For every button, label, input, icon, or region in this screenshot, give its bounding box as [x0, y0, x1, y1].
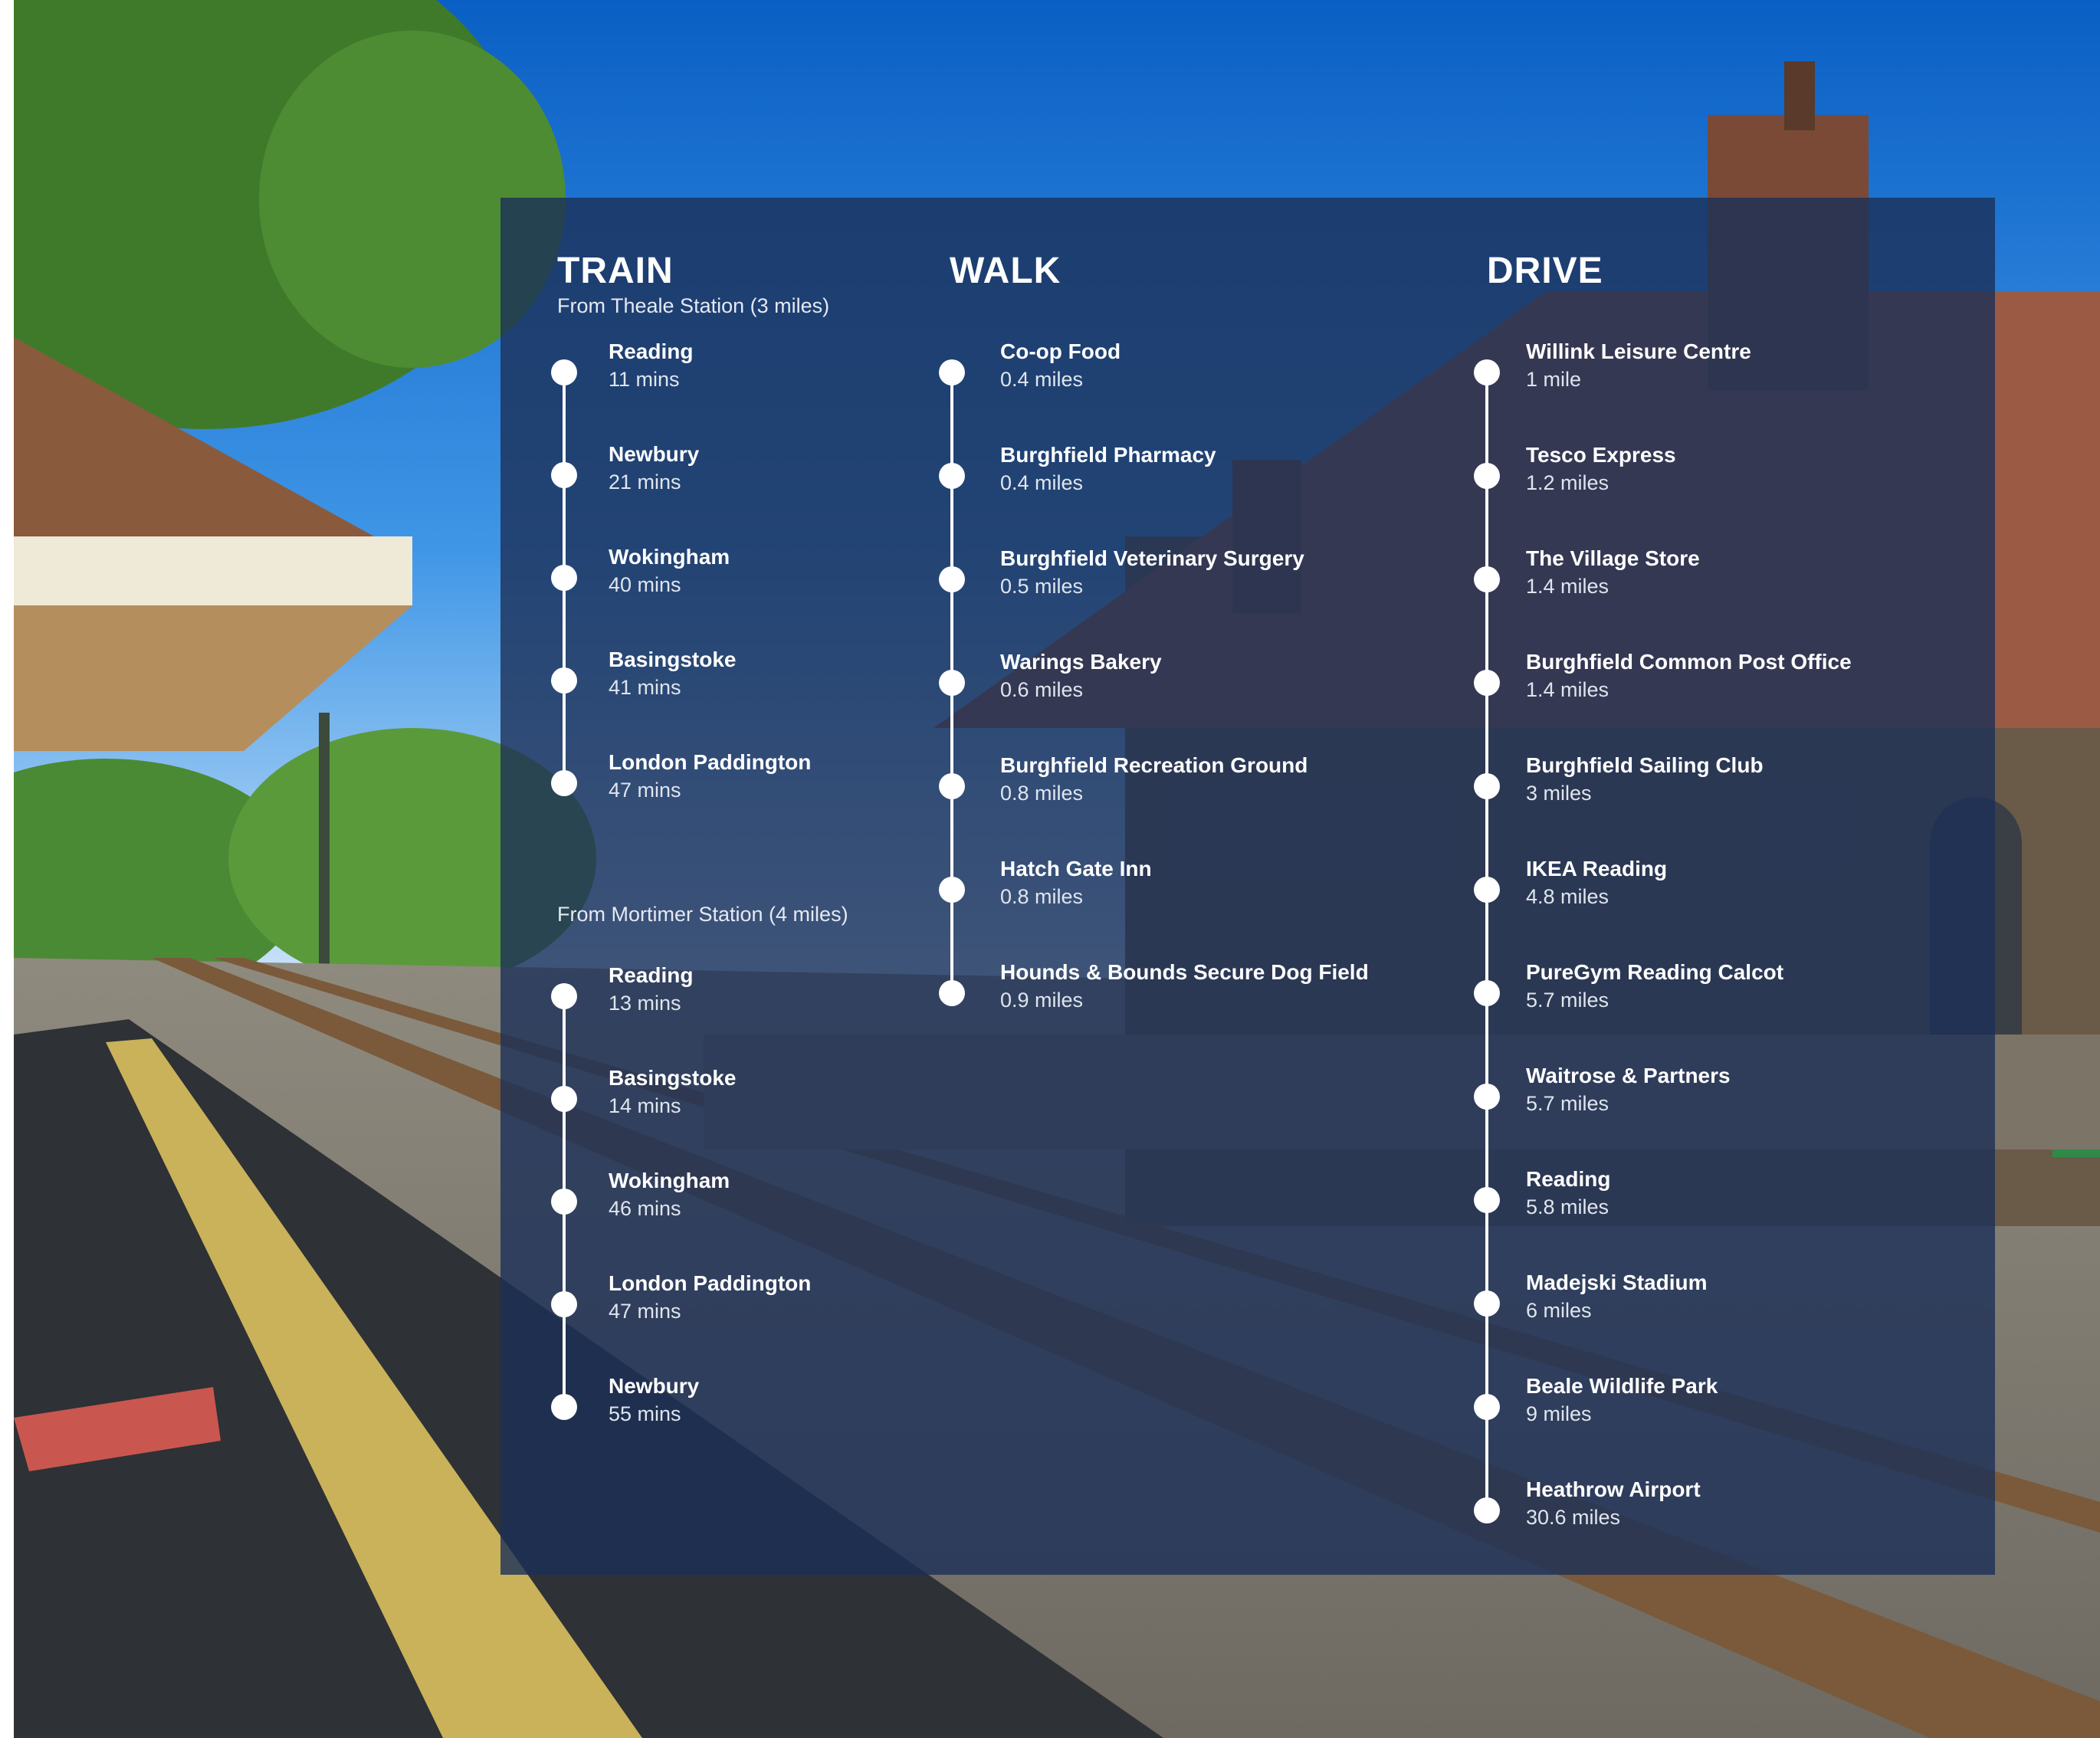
destination-name: Basingstoke	[609, 648, 737, 671]
timeline-dot	[1474, 566, 1500, 592]
timeline-dot	[551, 1189, 577, 1215]
destination-distance: 13 mins	[609, 992, 681, 1015]
timeline-dot	[1474, 1497, 1500, 1523]
destination-distance: 21 mins	[609, 471, 681, 494]
destination-distance: 0.9 miles	[1000, 989, 1084, 1012]
destination-name: Wokingham	[609, 545, 730, 569]
destination-name: Beale Wildlife Park	[1526, 1374, 1718, 1398]
destination-distance: 0.6 miles	[1000, 678, 1084, 701]
destination-name: Burghfield Pharmacy	[1000, 443, 1216, 467]
destination-distance: 41 mins	[609, 676, 681, 699]
timeline-dot	[939, 463, 965, 489]
destination-distance: 1.4 miles	[1526, 575, 1609, 598]
destination-distance: 30.6 miles	[1526, 1506, 1621, 1529]
timeline-dot	[1474, 877, 1500, 903]
timeline-dot	[939, 566, 965, 592]
destination-distance: 46 mins	[609, 1197, 681, 1220]
destination-name: London Paddington	[609, 1271, 812, 1295]
destination-distance: 0.8 miles	[1000, 782, 1084, 805]
destination-name: The Village Store	[1526, 546, 1700, 570]
destination-name: Newbury	[609, 442, 700, 466]
destination-distance: 1 mile	[1526, 368, 1582, 391]
destination-name: Willink Leisure Centre	[1526, 339, 1751, 363]
destination-name: Burghfield Veterinary Surgery	[1000, 546, 1304, 570]
destination-name: Reading	[1526, 1167, 1611, 1191]
destination-distance: 11 mins	[609, 368, 680, 391]
train-heading: TRAIN	[557, 251, 674, 291]
timeline-dot	[551, 462, 577, 488]
destination-name: Burghfield Recreation Ground	[1000, 753, 1308, 777]
timeline-dot	[939, 359, 965, 385]
timeline-dot	[551, 359, 577, 385]
destination-distance: 5.7 miles	[1526, 1092, 1609, 1115]
timeline-dot	[1474, 463, 1500, 489]
destination-distance: 0.8 miles	[1000, 885, 1084, 908]
destination-name: Burghfield Common Post Office	[1526, 650, 1852, 674]
timeline-dot	[1474, 980, 1500, 1006]
walk-heading: WALK	[950, 251, 1061, 291]
mortimer-station-label: From Mortimer Station (4 miles)	[557, 903, 848, 926]
timeline-dot	[551, 1394, 577, 1420]
destination-name: Reading	[609, 339, 694, 363]
drive-heading: DRIVE	[1487, 251, 1603, 291]
timeline-dot	[551, 565, 577, 591]
destination-name: PureGym Reading Calcot	[1526, 960, 1784, 984]
destination-name: Reading	[609, 963, 694, 987]
timeline-dot	[1474, 1394, 1500, 1420]
destination-name: Basingstoke	[609, 1066, 737, 1090]
destination-distance: 6 miles	[1526, 1299, 1592, 1322]
destination-name: IKEA Reading	[1526, 857, 1668, 880]
destination-distance: 5.8 miles	[1526, 1195, 1609, 1218]
timeline-dot	[551, 983, 577, 1009]
destination-name: Hounds & Bounds Secure Dog Field	[1000, 960, 1369, 984]
destination-name: Burghfield Sailing Club	[1526, 753, 1764, 777]
timeline-dot	[551, 770, 577, 796]
destination-distance: 5.7 miles	[1526, 989, 1609, 1012]
destination-name: Heathrow Airport	[1526, 1477, 1701, 1501]
timeline-dot	[551, 1086, 577, 1112]
timeline-dot	[939, 773, 965, 799]
destination-distance: 0.4 miles	[1000, 368, 1084, 391]
timeline-dot	[939, 980, 965, 1006]
destination-distance: 47 mins	[609, 1300, 681, 1323]
destination-distance: 40 mins	[609, 573, 681, 596]
timeline-dot	[939, 670, 965, 696]
timeline-dot	[1474, 1187, 1500, 1213]
theale-station-label: From Theale Station (3 miles)	[557, 294, 830, 317]
transport-links-panel: TRAIN From Theale Station (3 miles) Read…	[500, 198, 1995, 1575]
timeline-dot	[551, 667, 577, 694]
timeline-dot	[1474, 773, 1500, 799]
destination-distance: 1.4 miles	[1526, 678, 1609, 701]
timeline-dot	[1474, 1084, 1500, 1110]
destination-distance: 47 mins	[609, 779, 681, 802]
destination-name: Newbury	[609, 1374, 700, 1398]
destination-distance: 14 mins	[609, 1094, 681, 1117]
timeline-dot	[1474, 1290, 1500, 1317]
destination-name: Tesco Express	[1526, 443, 1676, 467]
destination-distance: 0.4 miles	[1000, 471, 1084, 494]
destination-name: Hatch Gate Inn	[1000, 857, 1152, 880]
destination-name: London Paddington	[609, 750, 812, 774]
timeline-dot	[1474, 670, 1500, 696]
timeline-dot	[551, 1291, 577, 1317]
timeline-dot	[939, 877, 965, 903]
destination-name: Warings Bakery	[1000, 650, 1162, 674]
destination-name: Co-op Food	[1000, 339, 1121, 363]
destination-distance: 4.8 miles	[1526, 885, 1609, 908]
drive-timeline	[1485, 372, 1488, 1510]
destination-distance: 55 mins	[609, 1402, 681, 1425]
timeline-dot	[1474, 359, 1500, 385]
destination-name: Waitrose & Partners	[1526, 1064, 1731, 1087]
destination-name: Madejski Stadium	[1526, 1271, 1708, 1294]
destination-distance: 1.2 miles	[1526, 471, 1609, 494]
destination-name: Wokingham	[609, 1169, 730, 1192]
destination-distance: 0.5 miles	[1000, 575, 1084, 598]
destination-distance: 9 miles	[1526, 1402, 1592, 1425]
destination-distance: 3 miles	[1526, 782, 1592, 805]
